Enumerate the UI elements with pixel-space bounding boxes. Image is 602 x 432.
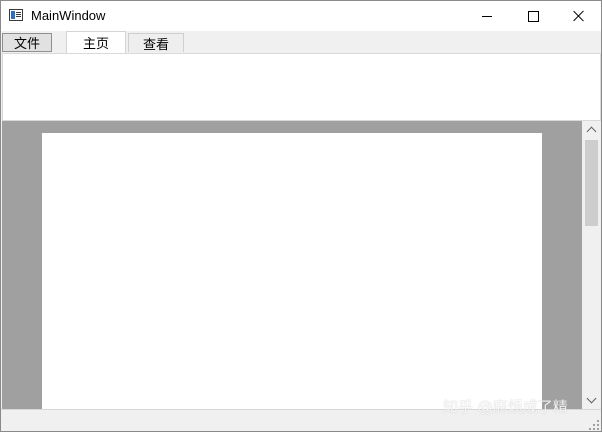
scrollbar-thumb[interactable]: [585, 140, 598, 226]
scroll-down-button[interactable]: [583, 392, 600, 409]
minimize-icon: [482, 15, 492, 17]
title-bar[interactable]: MainWindow: [1, 1, 601, 31]
size-grip-icon[interactable]: [589, 420, 599, 430]
ribbon-panel: [2, 53, 601, 121]
minimize-button[interactable]: [464, 1, 510, 31]
maximize-button[interactable]: [510, 1, 556, 31]
scroll-up-button[interactable]: [583, 121, 600, 138]
tab-file[interactable]: 文件: [2, 33, 52, 52]
maximize-icon: [527, 10, 539, 22]
app-window-icon[interactable]: [9, 9, 23, 21]
vertical-scrollbar[interactable]: [583, 121, 600, 409]
document-workspace[interactable]: [2, 121, 582, 409]
chevron-down-icon: [586, 393, 597, 404]
window-title: MainWindow: [31, 8, 106, 23]
close-button[interactable]: [556, 1, 601, 31]
watermark-text: 知乎 @麻烦成了精: [443, 398, 568, 416]
ribbon-tab-bar: 文件 主页 查看: [1, 31, 601, 53]
main-window: MainWindow 文件 主页 查看: [0, 0, 602, 432]
chevron-up-icon: [586, 126, 597, 137]
close-icon: [573, 10, 585, 22]
tab-home[interactable]: 主页: [66, 31, 126, 53]
document-page[interactable]: [42, 133, 542, 409]
tab-view[interactable]: 查看: [128, 33, 184, 53]
